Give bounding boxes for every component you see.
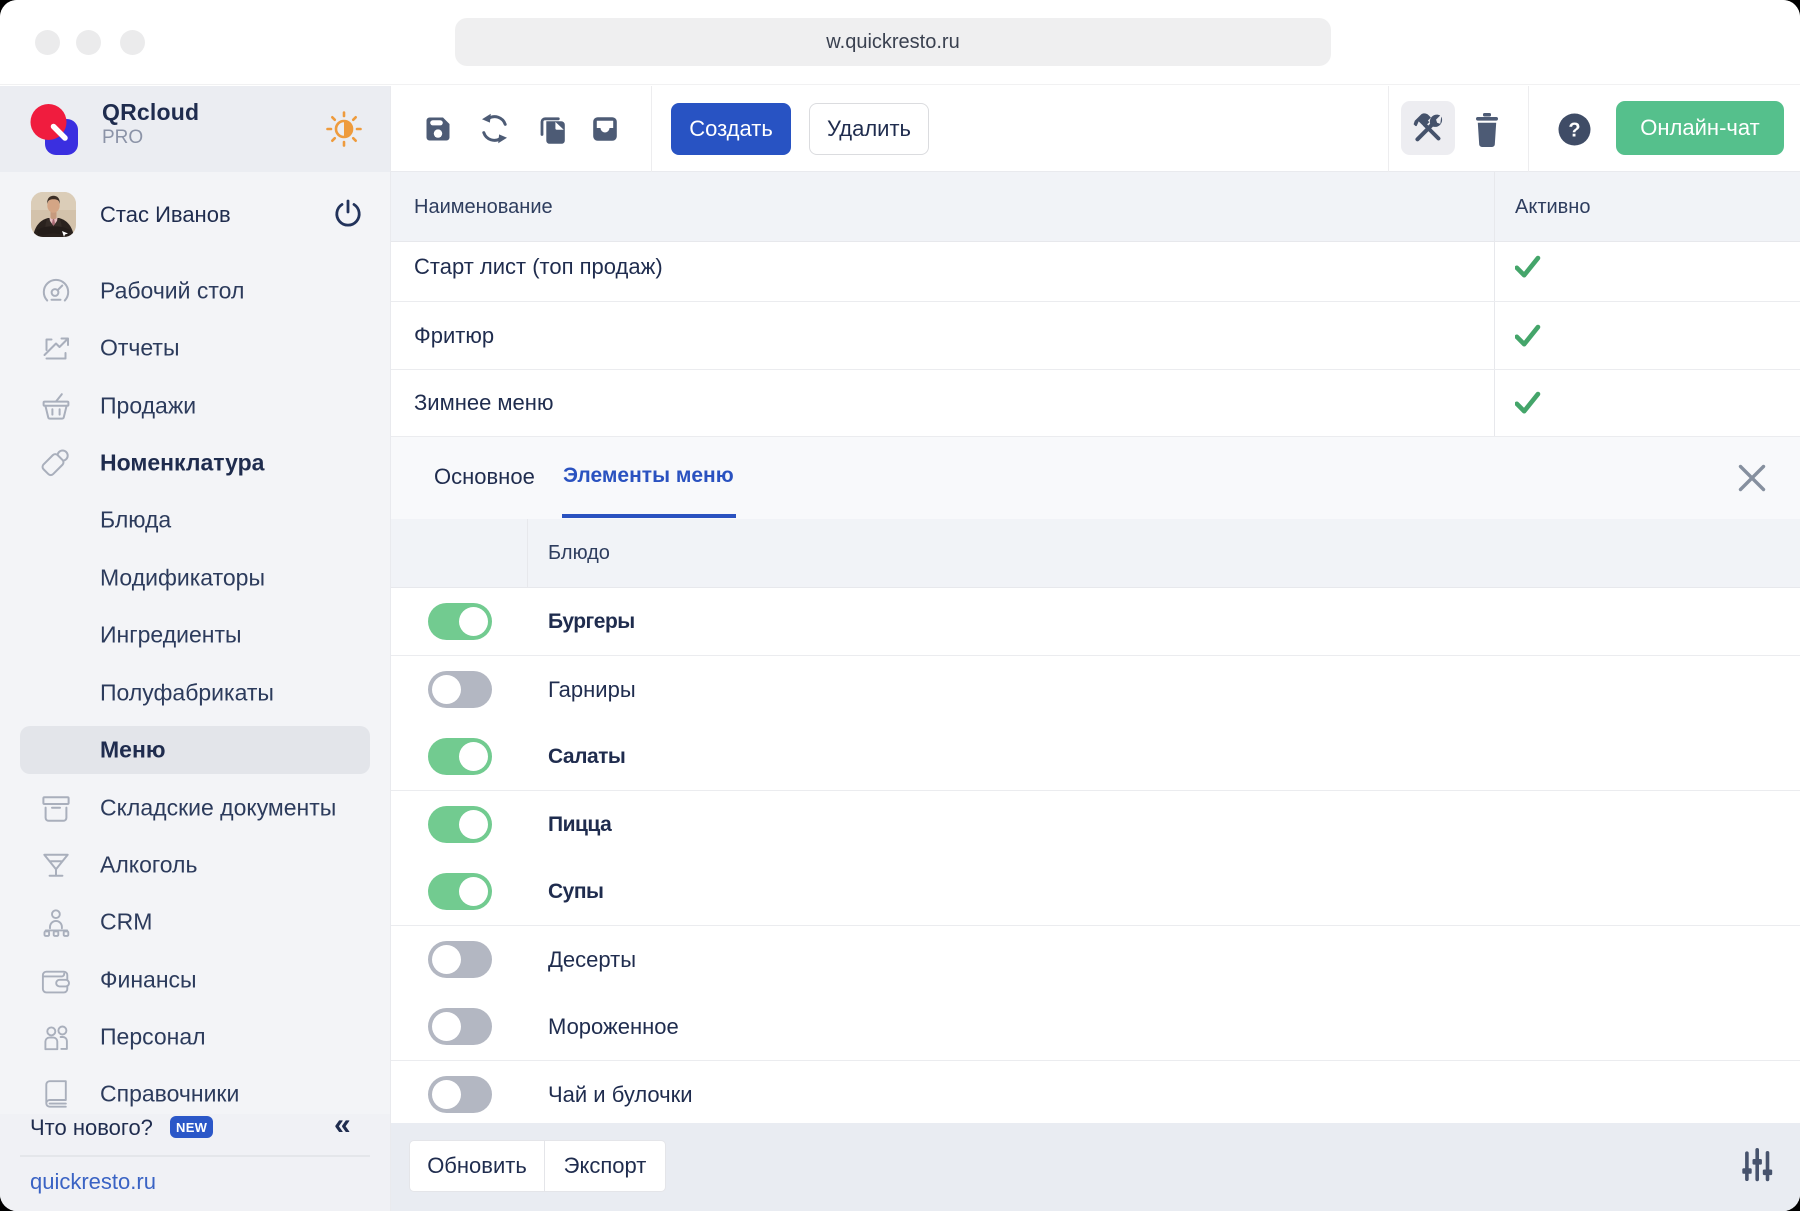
svg-text:?: ? (1568, 120, 1580, 142)
